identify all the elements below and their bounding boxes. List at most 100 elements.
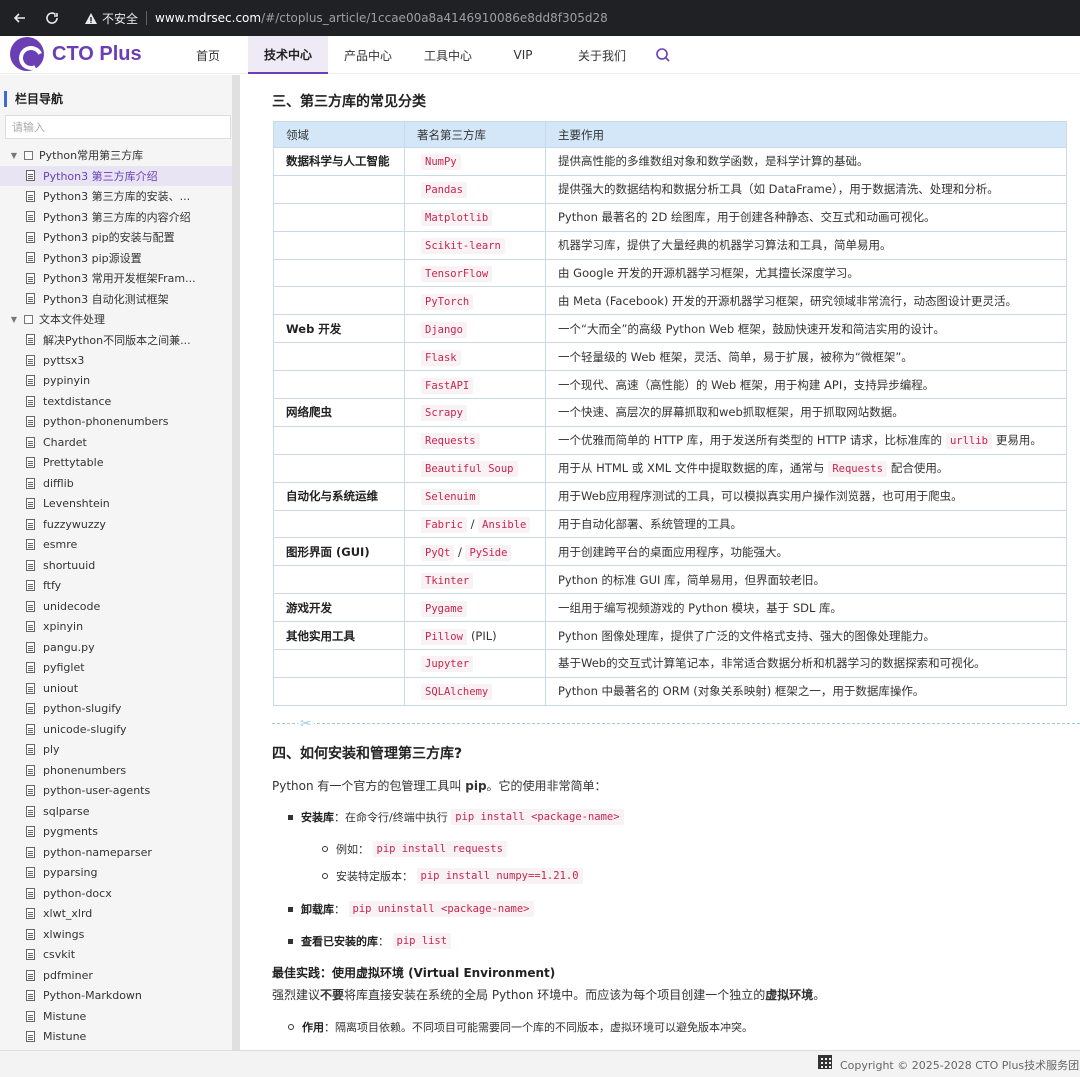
library-cell: FastAPI [404, 370, 546, 400]
tree-item[interactable]: pypinyin [0, 371, 237, 392]
document-icon [26, 641, 35, 653]
tree-item[interactable]: xlwings [0, 924, 237, 945]
back-button[interactable] [8, 6, 32, 30]
example-label: 例如： [336, 843, 369, 856]
specific-label: 安装特定版本： [336, 870, 413, 883]
purpose-text: Python 中最著名的 ORM (对象关系映射) 框架之一，用于数据库操作。 [558, 684, 925, 699]
tree-item[interactable]: Levenshtein [0, 494, 237, 515]
tree-item[interactable]: Chardet [0, 432, 237, 453]
tree-item[interactable]: textdistance [0, 391, 237, 412]
purpose-cell: 一个轻量级的 Web 框架，灵活、简单，易于扩展，被称为“微框架”。 [545, 342, 1067, 372]
sidebar-scrollbar[interactable] [232, 75, 240, 1050]
tree-item[interactable]: python-nameparser [0, 842, 237, 863]
qr-code-icon[interactable] [818, 1055, 832, 1069]
tree-item[interactable]: Python3 pip的安装与配置 [0, 227, 237, 248]
tree-item[interactable]: pyttsx3 [0, 350, 237, 371]
tree-item-label: uniout [43, 681, 79, 695]
domain-cell [273, 258, 405, 288]
tree-item-label: pygments [43, 825, 98, 839]
table-header-domain: 领域 [273, 121, 405, 148]
install-label: 安装库 [301, 811, 334, 824]
security-indicator[interactable]: 不安全 [84, 10, 138, 27]
purpose-text: 一个“大而全”的高级 Python Web 框架，鼓励快速开发和简洁实用的设计。 [558, 321, 945, 336]
tree-item[interactable]: xpinyin [0, 617, 237, 638]
expand-caret-icon[interactable]: ▼ [8, 315, 20, 324]
menu-item-about[interactable]: 关于我们 [558, 36, 646, 74]
tree-item[interactable]: ftfy [0, 576, 237, 597]
tree-item[interactable]: unidecode [0, 596, 237, 617]
tree-item[interactable]: Python3 第三方库的安装、... [0, 186, 237, 207]
install-text: ：在命令行/终端中执行 [334, 811, 448, 824]
tree-item[interactable]: Mistune [0, 1006, 237, 1027]
domain-cell: Web 开发 [273, 314, 405, 344]
library-name: Flask [421, 349, 461, 366]
tree-item[interactable]: Mistune [0, 1027, 237, 1048]
purpose-text: 配合使用。 [890, 461, 949, 476]
table-header-row: 领域 著名第三方库 主要作用 [273, 121, 1067, 148]
library-name: PyTorch [421, 293, 474, 310]
tree-item[interactable]: Python3 自动化测试框架 [0, 289, 237, 310]
tree-item[interactable]: python-phonenumbers [0, 412, 237, 433]
purpose-cell: 一个现代、高速（高性能）的 Web 框架，用于构建 API，支持异步编程。 [545, 370, 1067, 400]
reload-button[interactable] [40, 6, 64, 30]
tree-item[interactable]: python-user-agents [0, 781, 237, 802]
browser-toolbar: 不安全 www.mdrsec.com/#/ctoplus_article/1cc… [0, 0, 1080, 36]
tree-item[interactable]: pygments [0, 822, 237, 843]
tree-item[interactable]: sqlparse [0, 801, 237, 822]
tree-item[interactable]: Python3 常用开发框架Fram... [0, 268, 237, 289]
tree-item[interactable]: pyfiglet [0, 658, 237, 679]
tree-item[interactable]: unicode-slugify [0, 719, 237, 740]
domain-cell: 游戏开发 [273, 593, 405, 623]
domain-cell [273, 286, 405, 316]
tree-item[interactable]: Python3 第三方库介绍 [0, 165, 237, 186]
address-bar[interactable]: 不安全 www.mdrsec.com/#/ctoplus_article/1cc… [78, 5, 1058, 31]
tree-item[interactable]: pangu.py [0, 637, 237, 658]
tree-item[interactable]: difflib [0, 473, 237, 494]
tree-item[interactable]: fuzzywuzzy [0, 514, 237, 535]
tree-item-label: shortuuid [43, 558, 96, 572]
tree-item[interactable]: pdfminer [0, 965, 237, 986]
best-practice-title: 最佳实践：使用虚拟环境 (Virtual Environment) [272, 966, 556, 980]
tree-item[interactable]: xlwt_xlrd [0, 904, 237, 925]
tree-item[interactable]: ply [0, 740, 237, 761]
tree-item[interactable]: python-slugify [0, 699, 237, 720]
tree-folder[interactable]: ▼ Python常用第三方库 [0, 145, 237, 166]
table-row: Requests 一个优雅而简单的 HTTP 库，用于发送所有类型的 HTTP 请… [273, 425, 1067, 455]
specific-version-bullet: 安装特定版本： pip install numpy==1.21.0 [322, 868, 583, 884]
tree-item[interactable]: 解决Python不同版本之间兼... [0, 330, 237, 351]
tree-item[interactable]: Python-Markdown [0, 986, 237, 1007]
tree-item[interactable]: csvkit [0, 945, 237, 966]
menu-item-products[interactable]: 产品中心 [328, 36, 408, 74]
tree-item[interactable]: Python3 pip源设置 [0, 248, 237, 269]
menu-item-tech-center[interactable]: 技术中心 [248, 36, 328, 74]
library-name: PySide [465, 544, 512, 561]
menu-item-tools[interactable]: 工具中心 [408, 36, 488, 74]
uninstall-label: 卸载库 [301, 903, 334, 916]
tree-item[interactable]: phonenumbers [0, 760, 237, 781]
menu-item-home[interactable]: 首页 [168, 36, 248, 74]
purpose-text: Python 图像处理库，提供了广泛的文件格式支持、强大的图像处理能力。 [558, 628, 936, 643]
tree-item[interactable]: python-docx [0, 883, 237, 904]
tree-folder[interactable]: ▼ 文本文件处理 [0, 309, 237, 330]
document-icon [26, 375, 35, 387]
logo-mark-icon [10, 37, 44, 71]
expand-caret-icon[interactable]: ▼ [8, 151, 20, 160]
library-name: Matplotlib [421, 210, 493, 227]
tree-item[interactable]: uniout [0, 678, 237, 699]
folder-icon [24, 314, 33, 324]
tree-item[interactable]: Prettytable [0, 453, 237, 474]
tree-item[interactable]: pyparsing [0, 863, 237, 884]
search-icon[interactable] [655, 47, 671, 63]
install-code: pip install <package-name> [451, 809, 624, 825]
tree-item[interactable]: Python3 第三方库的内容介绍 [0, 207, 237, 228]
library-cell: Pandas [404, 174, 546, 204]
tree-item[interactable]: esmre [0, 535, 237, 556]
menu-item-vip[interactable]: VIP [488, 36, 558, 74]
site-logo[interactable]: CTO Plus [10, 36, 142, 72]
purpose-text: 用于自动化部署、系统管理的工具。 [558, 517, 742, 532]
table-row: 数据科学与人工智能 NumPy 提供高性能的多维数组对象和数学函数，是科学计算的基础… [273, 147, 1067, 176]
install-bullet: 安装库 ：在命令行/终端中执行 pip install <package-nam… [288, 809, 624, 825]
tree-item[interactable]: shortuuid [0, 555, 237, 576]
library-name: Requests [421, 433, 480, 450]
sidebar-search-input[interactable] [5, 115, 231, 139]
